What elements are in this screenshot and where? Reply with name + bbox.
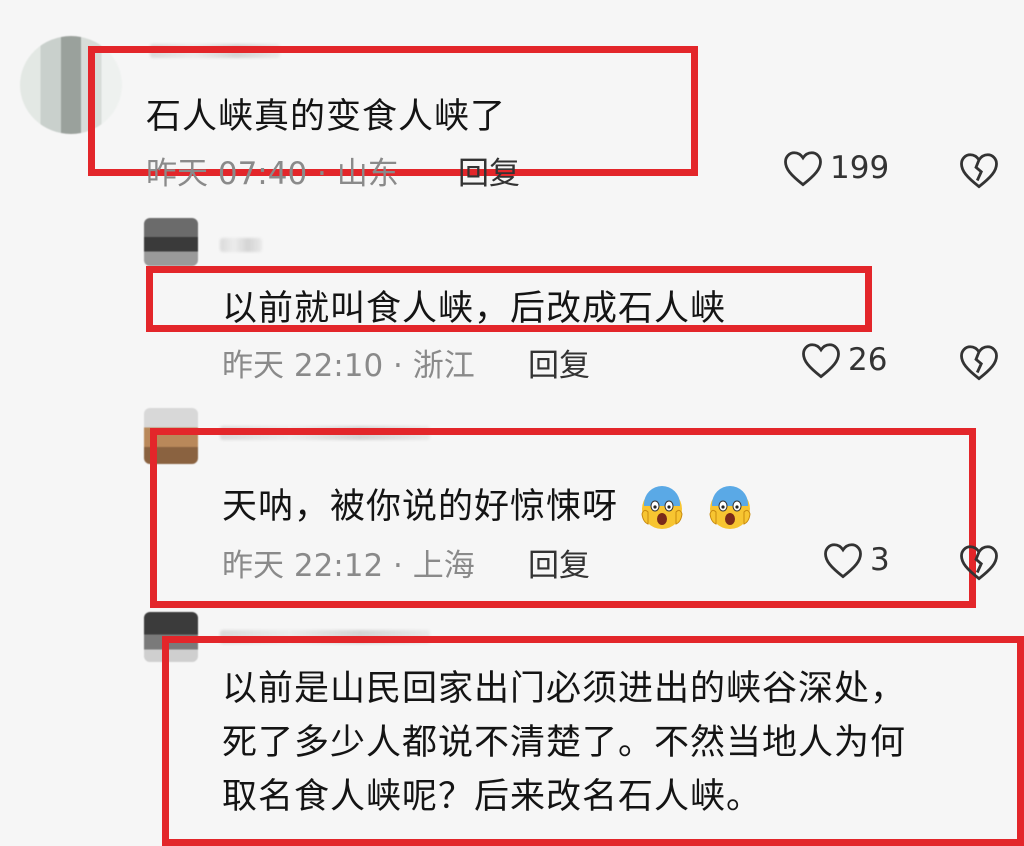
comment-line: 以前是山民回家出门必须进出的峡谷深处， [222,669,907,709]
comment-line: 死了多少人都说不清楚了。不然当地人为何 [222,723,907,763]
comment-text: 石人峡真的变食人峡了 [146,97,507,137]
comment-line: 取名食人峡呢？后来改名石人峡。 [222,777,763,817]
reply-button[interactable]: 回复 [458,148,520,193]
comment-meta: 昨天 07:40 · 山东 [146,156,399,192]
reply-button[interactable]: 回复 [528,540,590,585]
reply-button[interactable]: 回复 [528,340,590,385]
comment-text: 以前就叫食人峡，后改成石人峡 [222,289,727,329]
like-button[interactable]: 199 [782,148,889,188]
username-blurred[interactable] [220,238,262,252]
comment-meta: 昨天 22:10 · 浙江 [222,348,475,384]
like-button[interactable]: 26 [800,340,887,380]
broken-heart-icon[interactable] [958,542,1000,582]
screaming-face-emoji [709,486,751,529]
heart-outline-icon [824,543,862,579]
like-count: 199 [830,150,890,186]
avatar[interactable] [144,218,198,266]
broken-heart-icon[interactable] [958,342,1000,382]
broken-heart-icon[interactable] [958,150,1000,190]
comment-text: 以前是山民回家出门必须进出的峡谷深处， 死了多少人都说不清楚了。不然当地人为何 … [222,662,906,824]
like-button[interactable]: 3 [822,540,890,580]
comment-text-content: 天呐，被你说的好惊悚呀 [222,487,619,527]
screaming-face-emoji [641,486,683,529]
comment-meta: 昨天 22:12 · 上海 [222,548,475,584]
heart-outline-icon [802,343,840,379]
like-count: 3 [870,542,890,578]
heart-outline-icon [784,151,822,187]
comment-text: 天呐，被你说的好惊悚呀 [222,478,754,532]
like-count: 26 [848,342,888,378]
